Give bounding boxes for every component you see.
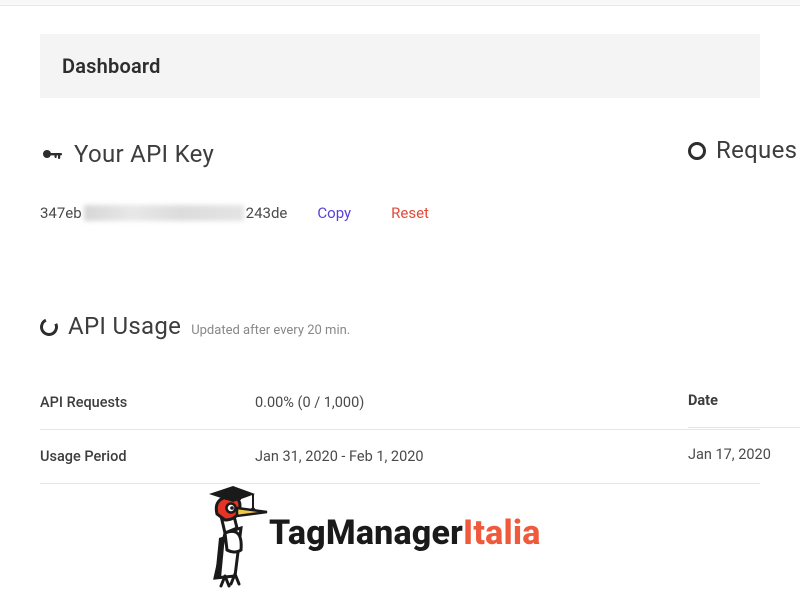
table-row: Date bbox=[688, 374, 800, 428]
page-header: Dashboard bbox=[40, 34, 760, 98]
api-usage-note: Updated after every 20 min. bbox=[191, 323, 350, 338]
api-usage-section-title: API Usage Updated after every 20 min. bbox=[40, 312, 760, 340]
api-key-prefix: 347eb bbox=[40, 204, 82, 222]
usage-requests-label: API Requests bbox=[40, 394, 255, 411]
brand-logo: TagManagerItalia bbox=[185, 478, 541, 588]
requests-table: Date Jan 17, 2020 bbox=[688, 374, 800, 481]
requests-section: Reques Date Jan 17, 2020 bbox=[688, 0, 800, 481]
date-value: Jan 17, 2020 bbox=[688, 446, 800, 463]
api-key-section: Your API Key 347eb 243de Copy Reset bbox=[40, 138, 760, 222]
brand-text: TagManagerItalia bbox=[269, 513, 541, 553]
spinner-icon bbox=[37, 315, 60, 338]
usage-requests-value: 0.00% (0 / 1,000) bbox=[255, 394, 760, 411]
date-header: Date bbox=[688, 392, 800, 409]
ring-icon bbox=[688, 142, 706, 160]
reset-button[interactable]: Reset bbox=[391, 204, 429, 222]
table-row: API Requests 0.00% (0 / 1,000) bbox=[40, 376, 760, 430]
usage-table: API Requests 0.00% (0 / 1,000) Usage Per… bbox=[40, 376, 760, 484]
page-title: Dashboard bbox=[62, 54, 738, 78]
api-key-obscured bbox=[84, 205, 244, 221]
usage-period-label: Usage Period bbox=[40, 448, 255, 465]
woodpecker-icon bbox=[185, 478, 269, 588]
api-key-heading: Your API Key bbox=[74, 140, 214, 168]
table-row: Jan 17, 2020 bbox=[688, 428, 800, 481]
usage-period-value: Jan 31, 2020 - Feb 1, 2020 bbox=[255, 448, 760, 465]
brand-text-main: TagManager bbox=[269, 513, 463, 553]
copy-button[interactable]: Copy bbox=[317, 204, 351, 222]
window-top-border bbox=[0, 0, 800, 6]
api-key-section-title: Your API Key bbox=[40, 138, 760, 168]
key-icon bbox=[40, 142, 64, 166]
requests-section-title: Reques bbox=[688, 136, 800, 164]
table-row: Usage Period Jan 31, 2020 - Feb 1, 2020 bbox=[40, 430, 760, 484]
requests-heading: Reques bbox=[716, 136, 797, 164]
brand-text-accent: Italia bbox=[463, 513, 541, 553]
api-key-suffix: 243de bbox=[246, 204, 288, 222]
api-usage-section: API Usage Updated after every 20 min. AP… bbox=[40, 312, 760, 484]
api-usage-heading: API Usage bbox=[68, 312, 181, 340]
api-key-row: 347eb 243de Copy Reset bbox=[40, 204, 760, 222]
